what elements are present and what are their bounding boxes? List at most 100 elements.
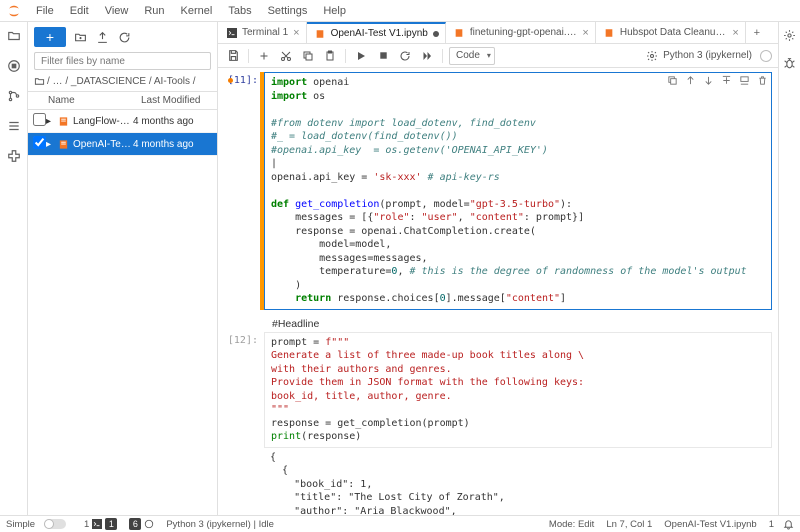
code-cell[interactable]: [12]: prompt = f""" Generate a list of t… bbox=[224, 332, 772, 516]
insert-below-icon[interactable] bbox=[738, 74, 750, 86]
status-count: 1 bbox=[769, 519, 774, 530]
notebook-icon bbox=[56, 137, 70, 151]
row-checkbox[interactable] bbox=[33, 113, 46, 126]
close-icon[interactable]: × bbox=[582, 27, 588, 39]
file-name: OpenAI-Test V1.ipynb bbox=[73, 139, 133, 150]
tab-label: OpenAI-Test V1.ipynb bbox=[331, 28, 428, 39]
menu-view[interactable]: View bbox=[97, 5, 137, 17]
run-icon[interactable] bbox=[352, 47, 370, 65]
tab-label: Terminal 1 bbox=[242, 27, 288, 38]
status-file: OpenAI-Test V1.ipynb bbox=[664, 519, 756, 530]
refresh-icon[interactable] bbox=[116, 29, 132, 45]
file-modified: 4 months ago bbox=[133, 139, 213, 150]
cell-type-select[interactable]: Code bbox=[449, 47, 495, 65]
cut-icon[interactable] bbox=[277, 47, 295, 65]
menu-settings[interactable]: Settings bbox=[260, 5, 316, 17]
file-list-header: Name Last Modified bbox=[28, 91, 217, 110]
menu-bar: File Edit View Run Kernel Tabs Settings … bbox=[0, 0, 800, 22]
status-terminals[interactable]: 11 bbox=[84, 518, 117, 530]
menu-help[interactable]: Help bbox=[315, 5, 354, 17]
cell-toolbar bbox=[666, 74, 768, 86]
debugger-icon[interactable] bbox=[783, 56, 797, 70]
file-name: LangFlow-Test-V1.ipynb bbox=[73, 116, 133, 127]
copy-icon[interactable] bbox=[299, 47, 317, 65]
markdown-cell[interactable]: #Headline bbox=[224, 316, 772, 332]
notebook-icon bbox=[454, 27, 465, 38]
code-editor[interactable]: import openai import os #from dotenv imp… bbox=[264, 72, 772, 310]
insert-cell-icon[interactable] bbox=[255, 47, 273, 65]
tab-openai[interactable]: OpenAI-Test V1.ipynb bbox=[307, 22, 446, 43]
row-checkbox[interactable] bbox=[33, 136, 46, 149]
toc-icon[interactable] bbox=[6, 118, 22, 134]
col-modified[interactable]: Last Modified bbox=[137, 92, 217, 109]
menu-kernel[interactable]: Kernel bbox=[173, 5, 221, 17]
status-kernels[interactable]: 6 bbox=[129, 518, 154, 530]
status-kernel-label[interactable]: Python 3 (ipykernel) | Idle bbox=[166, 519, 274, 530]
restart-icon[interactable] bbox=[396, 47, 414, 65]
toggle-icon[interactable] bbox=[44, 519, 66, 529]
close-icon[interactable]: × bbox=[293, 27, 299, 39]
new-folder-icon[interactable] bbox=[72, 29, 88, 45]
property-inspector-icon[interactable] bbox=[783, 28, 797, 42]
tab-label: finetuning-gpt-openai.ipyn bbox=[470, 27, 578, 38]
notebook-icon bbox=[604, 27, 615, 38]
file-row[interactable]: ▸ LangFlow-Test-V1.ipynb 4 months ago bbox=[28, 110, 217, 133]
status-position: Ln 7, Col 1 bbox=[606, 519, 652, 530]
menu-file[interactable]: File bbox=[28, 5, 62, 17]
terminal-icon bbox=[226, 27, 237, 38]
running-icon[interactable] bbox=[6, 58, 22, 74]
new-launcher-button[interactable]: + bbox=[34, 27, 66, 47]
insert-above-icon[interactable] bbox=[720, 74, 732, 86]
activity-bar bbox=[0, 22, 28, 515]
file-browser: + / … / _DATASCIENCE / AI-Tools / Name L… bbox=[28, 22, 218, 515]
col-name[interactable]: Name bbox=[42, 92, 137, 109]
caret-icon: ▸ bbox=[46, 116, 56, 127]
right-sidebar bbox=[778, 22, 800, 515]
new-tab-button[interactable]: + bbox=[746, 22, 768, 43]
tab-label: Hubspot Data Cleanup V3.i bbox=[620, 27, 728, 38]
kernel-status-icon[interactable] bbox=[760, 50, 772, 62]
cell-output: { { "book_id": 1, "title": "The Lost Cit… bbox=[264, 448, 772, 516]
bell-icon[interactable] bbox=[782, 518, 794, 530]
notebook-icon bbox=[315, 28, 326, 39]
dirty-indicator-icon bbox=[433, 31, 439, 37]
save-icon[interactable] bbox=[224, 47, 242, 65]
paste-icon[interactable] bbox=[321, 47, 339, 65]
folder-icon[interactable] bbox=[6, 28, 22, 44]
jupyter-logo-icon bbox=[6, 3, 22, 19]
duplicate-icon[interactable] bbox=[666, 74, 678, 86]
file-modified: 4 months ago bbox=[133, 116, 213, 127]
upload-icon[interactable] bbox=[94, 29, 110, 45]
interrupt-icon[interactable] bbox=[374, 47, 392, 65]
file-row[interactable]: ▸ OpenAI-Test V1.ipynb 4 months ago bbox=[28, 133, 217, 156]
gear-icon[interactable] bbox=[645, 49, 659, 63]
notebook-icon bbox=[56, 114, 70, 128]
extension-icon[interactable] bbox=[6, 148, 22, 164]
menu-run[interactable]: Run bbox=[136, 5, 172, 17]
notebook-body[interactable]: [11]: import openai import os #from do bbox=[218, 68, 778, 515]
restart-run-all-icon[interactable] bbox=[418, 47, 436, 65]
code-cell[interactable]: [11]: import openai import os #from do bbox=[224, 72, 772, 310]
notebook-toolbar: Code Python 3 (ipykernel) bbox=[218, 44, 778, 68]
delete-cell-icon[interactable] bbox=[756, 74, 768, 86]
status-bar: Simple 11 6 Python 3 (ipykernel) | Idle … bbox=[0, 515, 800, 532]
caret-icon: ▸ bbox=[46, 139, 56, 150]
status-mode: Mode: Edit bbox=[549, 519, 594, 530]
menu-edit[interactable]: Edit bbox=[62, 5, 97, 17]
move-down-icon[interactable] bbox=[702, 74, 714, 86]
dirty-cell-icon bbox=[228, 78, 233, 83]
close-icon[interactable]: × bbox=[732, 27, 738, 39]
move-up-icon[interactable] bbox=[684, 74, 696, 86]
kernel-name[interactable]: Python 3 (ipykernel) bbox=[663, 50, 756, 61]
main-area: Terminal 1 × OpenAI-Test V1.ipynb finetu… bbox=[218, 22, 778, 515]
tab-finetuning[interactable]: finetuning-gpt-openai.ipyn × bbox=[446, 22, 596, 43]
menu-tabs[interactable]: Tabs bbox=[220, 5, 259, 17]
status-simple[interactable]: Simple bbox=[6, 519, 72, 530]
file-filter-input[interactable] bbox=[34, 52, 211, 70]
cell-collapser[interactable] bbox=[260, 72, 264, 310]
tab-hubspot[interactable]: Hubspot Data Cleanup V3.i × bbox=[596, 22, 746, 43]
breadcrumb[interactable]: / … / _DATASCIENCE / AI-Tools / bbox=[28, 74, 217, 91]
code-editor[interactable]: prompt = f""" Generate a list of three m… bbox=[264, 332, 772, 448]
tab-terminal[interactable]: Terminal 1 × bbox=[218, 22, 307, 43]
git-icon[interactable] bbox=[6, 88, 22, 104]
